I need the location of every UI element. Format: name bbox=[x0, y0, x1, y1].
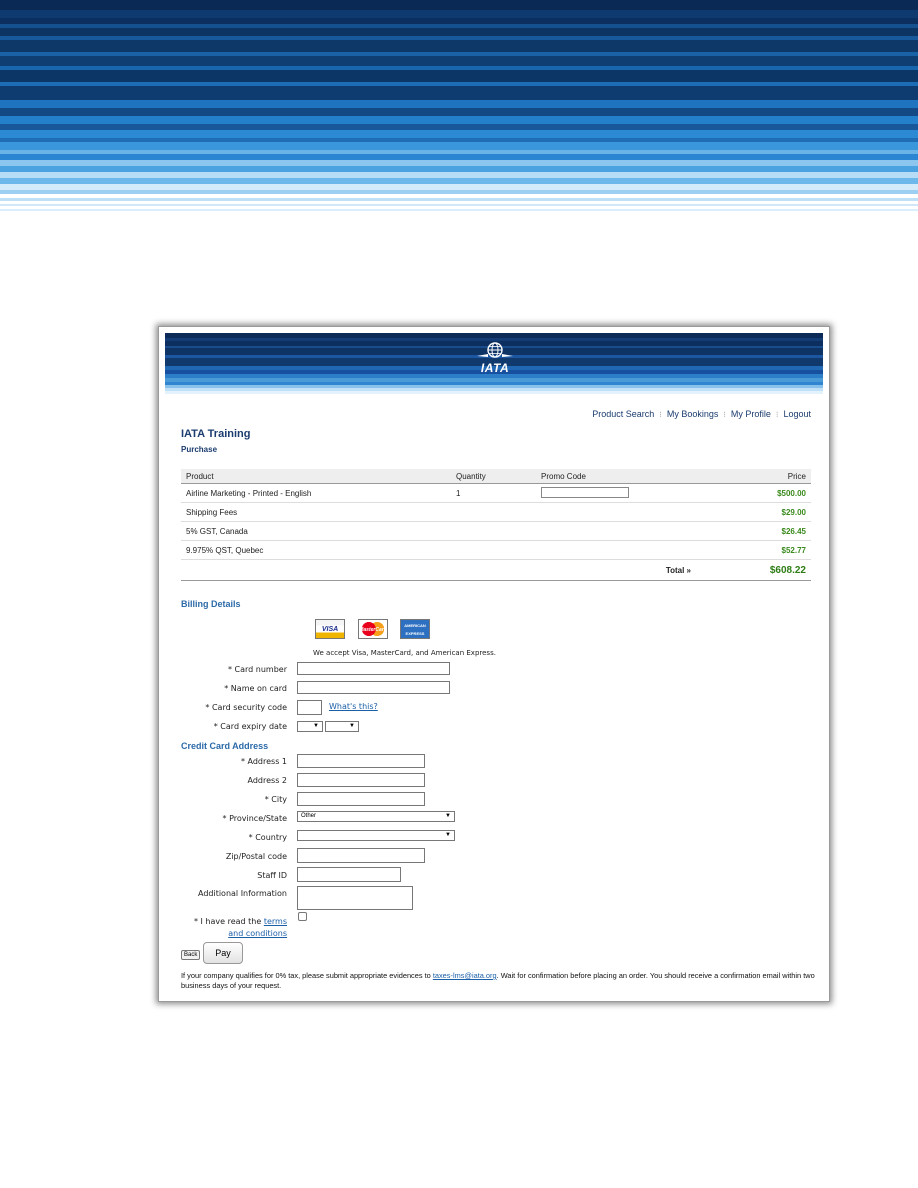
security-code-label: * Card security code bbox=[205, 703, 287, 712]
mastercard-icon: MasterCard bbox=[358, 619, 388, 639]
column-header-promo: Promo Code bbox=[536, 469, 696, 484]
country-select[interactable]: ▼ bbox=[297, 830, 455, 841]
table-row: Shipping Fees $29.00 bbox=[181, 502, 811, 522]
credit-card-address-title: Credit Card Address bbox=[181, 741, 269, 751]
nav-product-search[interactable]: Product Search bbox=[592, 409, 654, 419]
order-table: Product Quantity Promo Code Price Airlin… bbox=[181, 469, 811, 581]
footnote-before: If your company qualifies for 0% tax, pl… bbox=[181, 971, 433, 980]
iata-logo[interactable]: IATA bbox=[475, 341, 515, 377]
whats-this-link[interactable]: What's this? bbox=[329, 702, 378, 711]
product-name: Airline Marketing - Printed - English bbox=[181, 483, 451, 503]
name-on-card-label: * Name on card bbox=[224, 684, 287, 693]
globe-wings-icon bbox=[477, 342, 513, 358]
staff-id-input[interactable] bbox=[297, 867, 401, 882]
total-value: $608.22 bbox=[696, 559, 811, 581]
nav-my-profile[interactable]: My Profile bbox=[731, 409, 771, 419]
product-name: 9.975% QST, Quebec bbox=[181, 540, 451, 560]
additional-info-label: Additional Information bbox=[197, 889, 287, 898]
page-title: IATA Training bbox=[181, 428, 251, 440]
product-quantity bbox=[451, 540, 536, 560]
back-button[interactable]: Back bbox=[181, 950, 201, 960]
additional-info-textarea[interactable] bbox=[297, 886, 413, 910]
product-price: $500.00 bbox=[696, 483, 811, 503]
chevron-down-icon: ▼ bbox=[349, 723, 355, 729]
province-select[interactable]: Other ▼ bbox=[297, 811, 455, 822]
city-input[interactable] bbox=[297, 792, 425, 806]
table-row: 9.975% QST, Quebec $52.77 bbox=[181, 540, 811, 560]
chevron-down-icon: ▼ bbox=[313, 723, 319, 729]
logo-text: IATA bbox=[480, 361, 510, 375]
conditions-link[interactable]: and conditions bbox=[228, 929, 287, 938]
product-quantity bbox=[451, 502, 536, 522]
terms-prefix: * I have read the bbox=[193, 917, 262, 926]
product-price: $26.45 bbox=[696, 521, 811, 541]
tax-footnote: If your company qualifies for 0% tax, pl… bbox=[181, 971, 819, 991]
province-label: * Province/State bbox=[222, 814, 287, 823]
terms-link[interactable]: terms bbox=[264, 917, 287, 926]
address2-input[interactable] bbox=[297, 773, 425, 787]
table-row: 5% GST, Canada $26.45 bbox=[181, 521, 811, 541]
nav-my-bookings[interactable]: My Bookings bbox=[667, 409, 719, 419]
promo-code-input[interactable] bbox=[541, 487, 629, 498]
province-selected-value: Other bbox=[301, 813, 317, 819]
amex-card-icon: AMERICAN EXPRESS bbox=[400, 619, 430, 639]
chevron-down-icon: ▼ bbox=[445, 832, 451, 838]
city-label: * City bbox=[264, 795, 287, 804]
product-quantity: 1 bbox=[451, 483, 536, 503]
security-code-input[interactable] bbox=[297, 700, 322, 715]
product-name: Shipping Fees bbox=[181, 502, 451, 522]
zip-label: Zip/Postal code bbox=[225, 852, 287, 861]
name-on-card-input[interactable] bbox=[297, 681, 450, 694]
billing-details-title: Billing Details bbox=[181, 599, 241, 609]
address1-input[interactable] bbox=[297, 754, 425, 768]
table-header-row: Product Quantity Promo Code Price bbox=[181, 469, 811, 484]
column-header-product: Product bbox=[181, 469, 451, 484]
total-row: Total » $608.22 bbox=[181, 559, 811, 581]
card-number-label: * Card number bbox=[227, 665, 287, 674]
card-number-input[interactable] bbox=[297, 662, 450, 675]
product-price: $52.77 bbox=[696, 540, 811, 560]
tax-email-link[interactable]: taxes-lms@iata.org bbox=[433, 971, 497, 980]
address2-label: Address 2 bbox=[247, 776, 288, 785]
product-price: $29.00 bbox=[696, 502, 811, 522]
expiry-date-label: * Card expiry date bbox=[213, 722, 287, 731]
nav-logout[interactable]: Logout bbox=[783, 409, 811, 419]
site-header: IATA bbox=[165, 333, 823, 397]
accepted-cards-text: We accept Visa, MasterCard, and American… bbox=[313, 649, 496, 657]
visa-card-icon: VISA bbox=[315, 619, 345, 639]
column-header-quantity: Quantity bbox=[451, 469, 536, 484]
product-quantity bbox=[451, 521, 536, 541]
zip-input[interactable] bbox=[297, 848, 425, 863]
terms-label: * I have read the terms and conditions bbox=[159, 916, 287, 940]
column-header-price: Price bbox=[696, 469, 811, 484]
expiry-month-select[interactable]: ▼ bbox=[297, 721, 323, 732]
address1-label: * Address 1 bbox=[240, 757, 287, 766]
expiry-year-select[interactable]: ▼ bbox=[325, 721, 359, 732]
country-label: * Country bbox=[248, 833, 287, 842]
chevron-down-icon: ▼ bbox=[445, 813, 451, 819]
browser-screenshot: IATA Product Search ⁝ My Bookings ⁝ My Profi… bbox=[158, 326, 830, 1002]
terms-checkbox[interactable] bbox=[298, 912, 307, 921]
top-banner bbox=[0, 0, 918, 214]
total-label: Total » bbox=[536, 559, 696, 581]
page-subtitle: Purchase bbox=[181, 445, 218, 454]
top-navigation: Product Search ⁝ My Bookings ⁝ My Profile ⁝ Lo… bbox=[592, 409, 811, 419]
pay-button[interactable]: Pay bbox=[203, 942, 243, 964]
product-name: 5% GST, Canada bbox=[181, 521, 451, 541]
table-row: Airline Marketing - Printed - English 1 … bbox=[181, 483, 811, 503]
staff-id-label: Staff ID bbox=[257, 871, 287, 880]
